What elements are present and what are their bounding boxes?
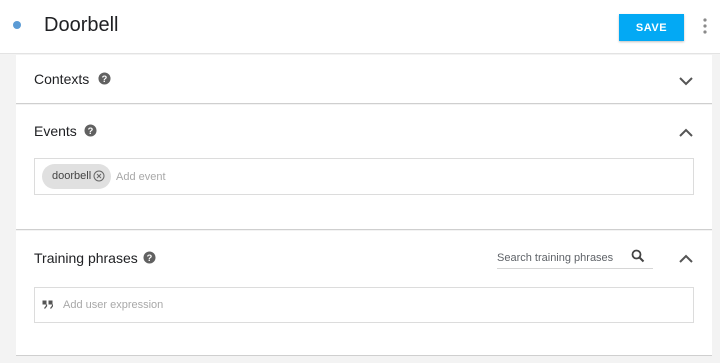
contexts-section: Contexts ? [16, 55, 712, 104]
search-placeholder[interactable]: Search training phrases [497, 252, 613, 264]
search-icon[interactable] [631, 249, 645, 263]
training-phrases-label: Training phrases [34, 250, 138, 266]
status-dot [13, 21, 21, 29]
contexts-label: Contexts [34, 71, 90, 87]
quote-icon [42, 300, 53, 309]
chevron-up-icon[interactable] [678, 128, 694, 138]
user-expression-input[interactable]: Add user expression [34, 287, 694, 323]
svg-text:?: ? [147, 253, 153, 263]
svg-text:?: ? [88, 126, 94, 136]
events-label: Events [34, 123, 77, 139]
event-chip-label: doorbell [52, 170, 92, 182]
add-event-placeholder[interactable]: Add event [116, 171, 166, 183]
remove-circle-icon[interactable] [93, 170, 105, 182]
chevron-down-icon[interactable] [678, 76, 694, 86]
save-button[interactable]: SAVE [619, 14, 684, 41]
intent-header: Doorbell SAVE [0, 0, 720, 54]
help-circle-icon[interactable]: ? [98, 72, 111, 85]
add-user-expression-placeholder[interactable]: Add user expression [63, 299, 163, 311]
help-circle-icon[interactable]: ? [84, 124, 97, 137]
intent-title[interactable]: Doorbell [44, 12, 118, 38]
training-phrases-section: Training phrases ? Search training phras… [16, 231, 712, 356]
training-phrases-search[interactable]: Search training phrases [497, 247, 653, 269]
events-section: Events ? doorbell Add event [16, 105, 712, 230]
events-input[interactable]: doorbell Add event [34, 158, 694, 195]
more-vertical-icon[interactable] [700, 17, 710, 35]
event-chip[interactable]: doorbell [42, 164, 111, 189]
help-circle-icon[interactable]: ? [143, 251, 156, 264]
chevron-up-icon[interactable] [678, 254, 694, 264]
svg-text:?: ? [102, 74, 108, 84]
